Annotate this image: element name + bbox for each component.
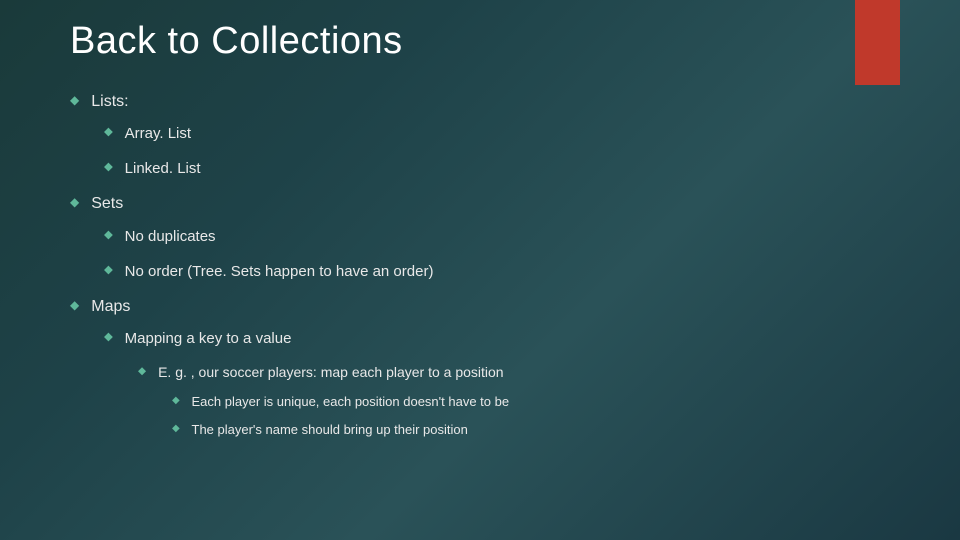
list-item: ◆ Each player is unique, each position d… bbox=[172, 393, 890, 411]
bullet-text: Mapping a key to a value bbox=[125, 328, 292, 349]
bullet-text: Lists: bbox=[91, 91, 128, 113]
bullet-text: Array. List bbox=[125, 123, 191, 144]
diamond-bullet-icon: ◆ bbox=[104, 123, 113, 141]
diamond-bullet-icon: ◆ bbox=[104, 261, 113, 279]
bullet-text: Sets bbox=[91, 193, 123, 215]
bullet-text: The player's name should bring up their … bbox=[192, 421, 468, 439]
bullet-text: No order (Tree. Sets happen to have an o… bbox=[125, 261, 434, 282]
diamond-bullet-icon: ◆ bbox=[104, 328, 113, 346]
bullet-text: No duplicates bbox=[125, 226, 216, 247]
list-item: ◆ No duplicates bbox=[104, 226, 890, 247]
diamond-bullet-icon: ◆ bbox=[104, 158, 113, 176]
bullet-text: Each player is unique, each position doe… bbox=[192, 393, 510, 411]
bullet-text: E. g. , our soccer players: map each pla… bbox=[158, 363, 504, 383]
slide-content: Back to Collections ◆ Lists: ◆ Array. Li… bbox=[0, 0, 960, 469]
list-item: ◆ Linked. List bbox=[104, 158, 890, 179]
list-item: ◆ Lists: ◆ Array. List ◆ Linked. List bbox=[70, 91, 890, 179]
bullet-text: Maps bbox=[91, 296, 130, 318]
list-item: ◆ E. g. , our soccer players: map each p… bbox=[138, 363, 890, 439]
diamond-bullet-icon: ◆ bbox=[70, 193, 79, 212]
list-item: ◆ Maps ◆ Mapping a key to a value ◆ E. g… bbox=[70, 296, 890, 439]
accent-bar bbox=[855, 0, 900, 85]
diamond-bullet-icon: ◆ bbox=[70, 91, 79, 110]
diamond-bullet-icon: ◆ bbox=[104, 226, 113, 244]
list-item: ◆ Array. List bbox=[104, 123, 890, 144]
bullet-text: Linked. List bbox=[125, 158, 201, 179]
diamond-bullet-icon: ◆ bbox=[172, 393, 180, 409]
diamond-bullet-icon: ◆ bbox=[138, 363, 146, 380]
list-item: ◆ The player's name should bring up thei… bbox=[172, 421, 890, 439]
bullet-list: ◆ Lists: ◆ Array. List ◆ Linked. List bbox=[70, 91, 890, 439]
list-item: ◆ No order (Tree. Sets happen to have an… bbox=[104, 261, 890, 282]
slide-title: Back to Collections bbox=[70, 20, 890, 63]
diamond-bullet-icon: ◆ bbox=[172, 421, 180, 437]
list-item: ◆ Sets ◆ No duplicates ◆ No order (Tree.… bbox=[70, 193, 890, 281]
diamond-bullet-icon: ◆ bbox=[70, 296, 79, 315]
list-item: ◆ Mapping a key to a value ◆ E. g. , our… bbox=[104, 328, 890, 439]
